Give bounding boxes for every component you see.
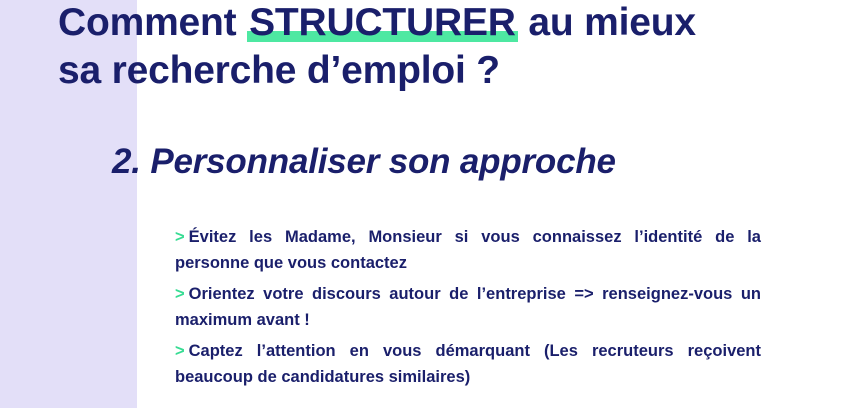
- chevron-right-icon: >: [175, 285, 185, 303]
- chevron-right-icon: >: [175, 342, 185, 360]
- bullet-text: Captez l’attention en vous démarquant (L…: [175, 342, 761, 386]
- bullet-text: Orientez votre discours autour de l’entr…: [175, 285, 761, 329]
- title-highlight-word: STRUCTURER: [247, 1, 518, 44]
- bullet-item: > Évitez les Madame, Monsieur si vous con…: [175, 224, 761, 276]
- title-line-1: Comment STRUCTURER au mieux: [58, 0, 696, 47]
- title-part-2: au mieux: [517, 1, 696, 44]
- bullet-text: Évitez les Madame, Monsieur si vous conn…: [175, 228, 761, 272]
- slide-title: Comment STRUCTURER au mieux sa recherche…: [58, 0, 696, 95]
- title-line-2: sa recherche d’emploi ?: [58, 49, 500, 92]
- chevron-right-icon: >: [175, 228, 185, 246]
- title-part-1: Comment: [58, 1, 248, 44]
- bullet-item: > Orientez votre discours autour de l’ent…: [175, 281, 761, 333]
- bullet-item: > Captez l’attention en vous démarquant (…: [175, 338, 761, 390]
- section-subtitle: 2. Personnaliser son approche: [112, 142, 616, 181]
- bullet-list: > Évitez les Madame, Monsieur si vous con…: [175, 224, 761, 395]
